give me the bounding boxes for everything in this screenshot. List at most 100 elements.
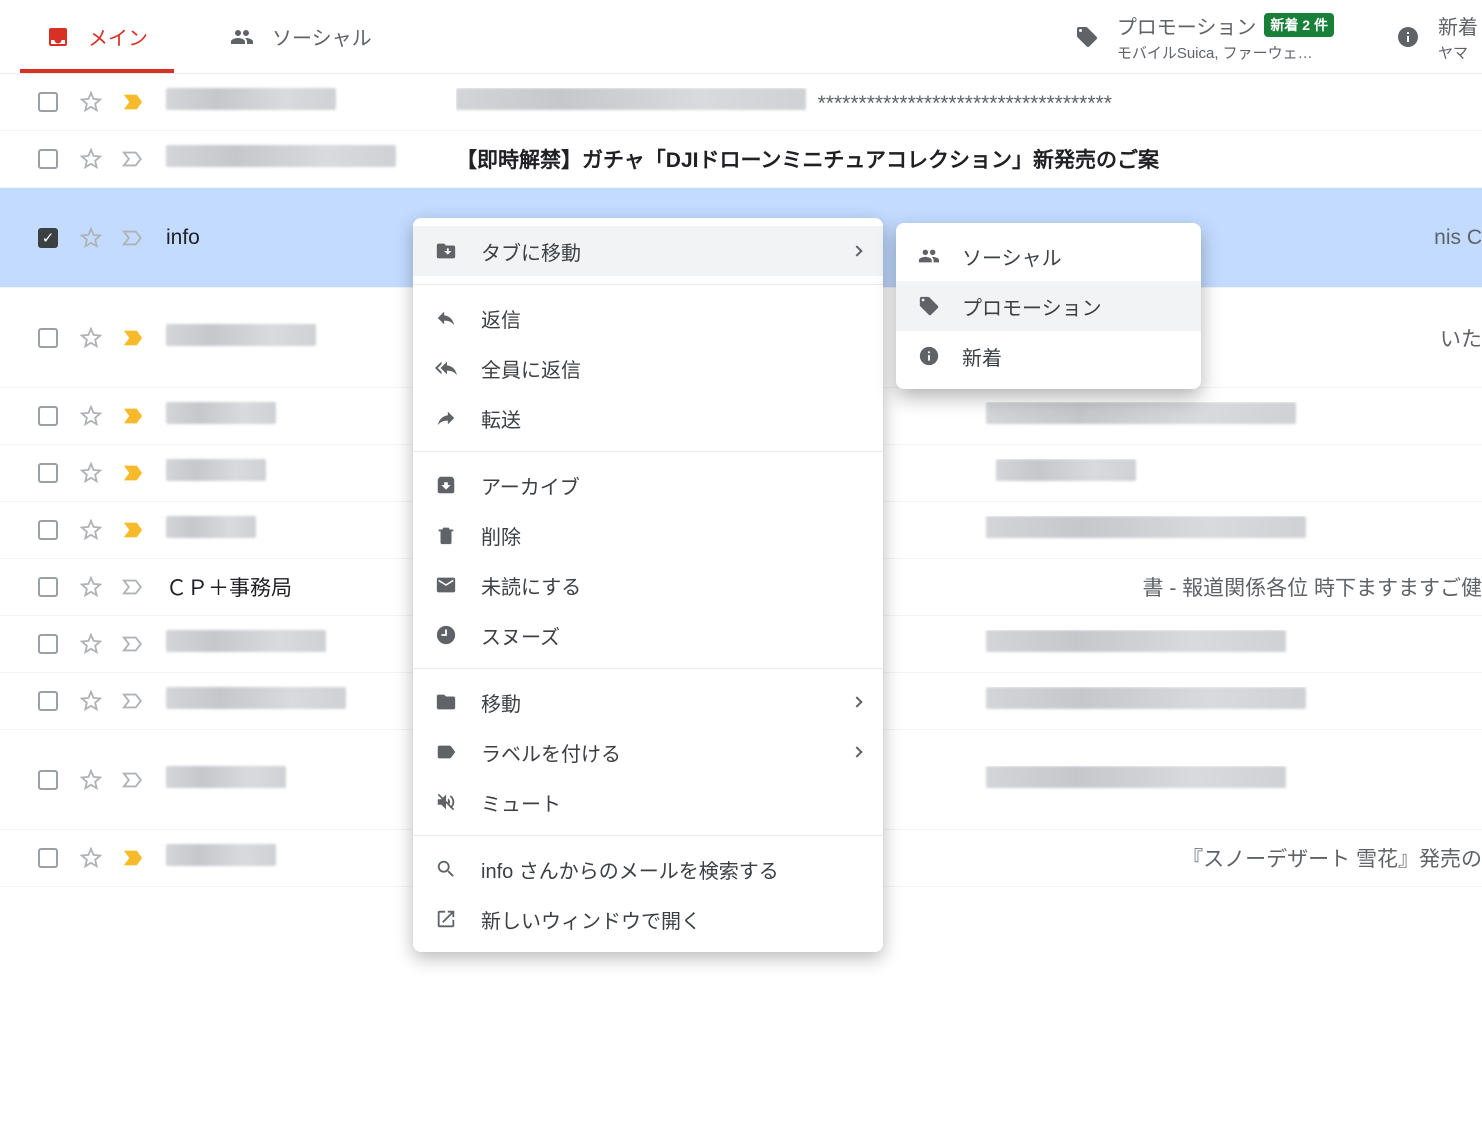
- menu-archive[interactable]: アーカイブ: [413, 460, 883, 510]
- importance-marker-icon[interactable]: [122, 408, 144, 424]
- chevron-right-icon: [851, 245, 862, 256]
- star-icon[interactable]: [80, 405, 102, 427]
- chevron-right-icon: [851, 696, 862, 707]
- row-subject: ************************************: [456, 88, 1482, 116]
- importance-marker-icon[interactable]: [122, 94, 144, 110]
- mail-row[interactable]: 【即時解禁】ガチャ「DJIドローンミニチュアコレクション」新発売のご案: [0, 131, 1482, 188]
- tab-promotions-label: プロモーション: [1117, 11, 1257, 40]
- menu-search-sender[interactable]: info さんからのメールを検索する: [413, 844, 883, 894]
- people-icon: [918, 245, 940, 267]
- tag-icon: [1075, 25, 1099, 49]
- importance-marker-icon[interactable]: [122, 230, 144, 246]
- inbox-icon: [46, 25, 70, 49]
- menu-label: タブに移動: [481, 237, 853, 266]
- row-checkbox[interactable]: ✓: [38, 228, 58, 248]
- submenu-promotions[interactable]: プロモーション: [896, 281, 1201, 331]
- forward-icon: [435, 407, 457, 429]
- star-icon[interactable]: [80, 576, 102, 598]
- row-checkbox[interactable]: [38, 149, 58, 169]
- open-new-icon: [435, 908, 457, 930]
- reply-all-icon: [435, 357, 457, 379]
- row-checkbox[interactable]: [38, 848, 58, 868]
- search-icon: [435, 858, 457, 880]
- menu-label: ラベルを付ける: [481, 738, 853, 767]
- star-icon[interactable]: [80, 148, 102, 170]
- importance-marker-icon[interactable]: [122, 693, 144, 709]
- clock-icon: [435, 624, 457, 646]
- row-checkbox[interactable]: [38, 463, 58, 483]
- folder-move-icon: [435, 240, 457, 262]
- menu-snooze[interactable]: スヌーズ: [413, 610, 883, 660]
- importance-marker-icon[interactable]: [122, 465, 144, 481]
- row-checkbox[interactable]: [38, 577, 58, 597]
- star-icon[interactable]: [80, 769, 102, 791]
- tab-promotions[interactable]: プロモーション 新着 2 件 モバイルSuica, ファーウェ…: [1049, 0, 1360, 73]
- tab-updates[interactable]: 新着 ヤマ: [1370, 0, 1482, 73]
- submenu-social[interactable]: ソーシャル: [896, 231, 1201, 281]
- row-checkbox[interactable]: [38, 406, 58, 426]
- star-icon[interactable]: [80, 327, 102, 349]
- menu-label: アーカイブ: [481, 471, 861, 500]
- tab-updates-sub: ヤマ: [1438, 42, 1478, 63]
- submenu-updates[interactable]: 新着: [896, 331, 1201, 381]
- chevron-right-icon: [851, 746, 862, 757]
- menu-label: 移動: [481, 688, 853, 717]
- menu-mute[interactable]: ミュート: [413, 777, 883, 827]
- menu-label: 転送: [481, 404, 861, 433]
- menu-label: 未読にする: [481, 571, 861, 600]
- star-icon[interactable]: [80, 633, 102, 655]
- menu-label-as[interactable]: ラベルを付ける: [413, 727, 883, 777]
- mail-row[interactable]: ************************************: [0, 74, 1482, 131]
- info-icon: [918, 345, 940, 367]
- importance-marker-icon[interactable]: [122, 522, 144, 538]
- context-menu: タブに移動 返信 全員に返信 転送 アーカイブ 削除 未読にする スヌーズ 移動…: [413, 218, 883, 952]
- submenu-label: プロモーション: [962, 292, 1102, 321]
- menu-label: info さんからのメールを検索する: [481, 855, 861, 884]
- menu-forward[interactable]: 転送: [413, 393, 883, 443]
- row-checkbox[interactable]: [38, 92, 58, 112]
- menu-label: 新しいウィンドウで開く: [481, 905, 861, 934]
- tab-social-label: ソーシャル: [272, 22, 372, 51]
- importance-marker-icon[interactable]: [122, 636, 144, 652]
- star-icon[interactable]: [80, 847, 102, 869]
- star-icon[interactable]: [80, 690, 102, 712]
- row-sender: [166, 88, 456, 116]
- star-icon[interactable]: [80, 91, 102, 113]
- row-sender: [166, 145, 456, 173]
- menu-delete[interactable]: 削除: [413, 510, 883, 560]
- menu-open-new-window[interactable]: 新しいウィンドウで開く: [413, 894, 883, 944]
- delete-icon: [435, 524, 457, 546]
- menu-label: スヌーズ: [481, 621, 861, 650]
- importance-marker-icon[interactable]: [122, 330, 144, 346]
- submenu-label: 新着: [962, 342, 1002, 371]
- menu-move-to-tab[interactable]: タブに移動: [413, 226, 883, 276]
- row-checkbox[interactable]: [38, 328, 58, 348]
- menu-mark-unread[interactable]: 未読にする: [413, 560, 883, 610]
- row-checkbox[interactable]: [38, 634, 58, 654]
- star-icon[interactable]: [80, 462, 102, 484]
- tab-social[interactable]: ソーシャル: [204, 0, 398, 73]
- mail-unread-icon: [435, 574, 457, 596]
- submenu-label: ソーシャル: [962, 242, 1062, 271]
- menu-reply[interactable]: 返信: [413, 293, 883, 343]
- tab-primary[interactable]: メイン: [20, 0, 174, 73]
- tag-icon: [918, 295, 940, 317]
- menu-label: 返信: [481, 304, 861, 333]
- row-checkbox[interactable]: [38, 770, 58, 790]
- row-subject: 【即時解禁】ガチャ「DJIドローンミニチュアコレクション」新発売のご案: [456, 144, 1482, 174]
- mute-icon: [435, 791, 457, 813]
- tab-updates-label: 新着: [1438, 11, 1478, 40]
- row-checkbox[interactable]: [38, 520, 58, 540]
- row-checkbox[interactable]: [38, 691, 58, 711]
- importance-marker-icon[interactable]: [122, 850, 144, 866]
- star-icon[interactable]: [80, 227, 102, 249]
- importance-marker-icon[interactable]: [122, 579, 144, 595]
- folder-icon: [435, 691, 457, 713]
- importance-marker-icon[interactable]: [122, 151, 144, 167]
- star-icon[interactable]: [80, 519, 102, 541]
- menu-label: ミュート: [481, 788, 861, 817]
- menu-reply-all[interactable]: 全員に返信: [413, 343, 883, 393]
- importance-marker-icon[interactable]: [122, 772, 144, 788]
- tab-primary-label: メイン: [88, 22, 148, 51]
- menu-move-to[interactable]: 移動: [413, 677, 883, 727]
